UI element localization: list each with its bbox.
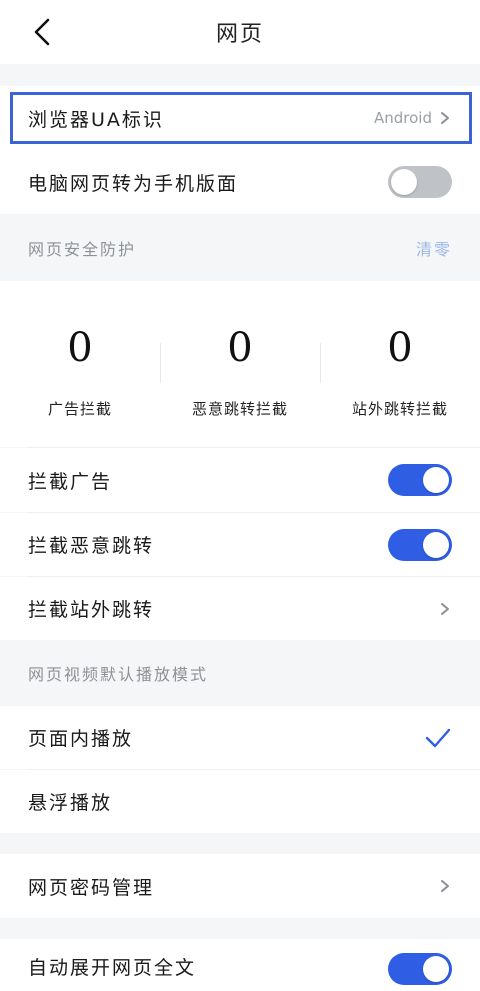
block-offsite-label: 拦截站外跳转 xyxy=(28,599,155,621)
chevron-right-icon xyxy=(441,112,449,124)
pc-to-mobile-label: 电脑网页转为手机版面 xyxy=(28,172,239,195)
ua-value: Android xyxy=(374,109,432,127)
auto-expand-label: 自动展开网页全文 xyxy=(28,957,197,979)
auto-expand-toggle[interactable] xyxy=(388,953,452,985)
block-malicious-toggle[interactable] xyxy=(388,528,452,561)
chevron-right-icon xyxy=(441,602,449,615)
clear-button[interactable]: 清零 xyxy=(416,236,452,260)
stat-ad-block: 0 广告拦截 xyxy=(0,281,160,447)
ua-setting-row[interactable]: 浏览器UA标识 Android xyxy=(0,86,480,150)
inline-play-label: 页面内播放 xyxy=(28,728,134,750)
page-title: 网页 xyxy=(215,22,264,47)
block-ads-toggle[interactable] xyxy=(388,464,452,496)
back-button[interactable] xyxy=(24,14,60,50)
top-bar: 网页 xyxy=(0,0,480,64)
password-management-row[interactable]: 网页密码管理 xyxy=(0,854,480,918)
pc-to-mobile-row: 电脑网页转为手机版面 xyxy=(0,150,480,214)
password-management-label: 网页密码管理 xyxy=(28,876,155,899)
toggle-knob xyxy=(423,467,449,493)
toggle-knob xyxy=(423,531,449,558)
block-malicious-label: 拦截恶意跳转 xyxy=(28,535,155,557)
block-offsite-row[interactable]: 拦截站外跳转 xyxy=(0,577,480,640)
pc-to-mobile-toggle[interactable] xyxy=(388,166,452,198)
float-play-label: 悬浮播放 xyxy=(28,792,113,814)
divider xyxy=(28,447,480,448)
block-malicious-row: 拦截恶意跳转 xyxy=(0,513,480,576)
float-play-option[interactable]: 悬浮播放 xyxy=(0,770,480,833)
stat-malicious-block-label: 恶意跳转拦截 xyxy=(191,400,288,418)
stat-offsite-block-label: 站外跳转拦截 xyxy=(351,400,448,418)
ua-label: 浏览器UA标识 xyxy=(28,108,164,131)
checkmark-icon xyxy=(425,728,451,747)
stat-malicious-block-value: 0 xyxy=(227,325,253,371)
security-section-title: 网页安全防护 xyxy=(28,239,137,259)
block-stats: 0 广告拦截 0 恶意跳转拦截 0 站外跳转拦截 xyxy=(0,281,480,447)
block-ads-row: 拦截广告 xyxy=(0,448,480,512)
security-section-header: 网页安全防护 清零 xyxy=(0,214,480,281)
chevron-right-icon xyxy=(441,880,449,892)
chevron-left-icon xyxy=(34,18,50,46)
auto-expand-row: 自动展开网页全文 xyxy=(0,939,480,991)
stat-ad-block-value: 0 xyxy=(67,325,93,371)
video-section-title: 网页视频默认播放模式 xyxy=(28,665,209,684)
stat-offsite-block: 0 站外跳转拦截 xyxy=(320,281,480,447)
inline-play-option[interactable]: 页面内播放 xyxy=(0,706,480,769)
block-ads-label: 拦截广告 xyxy=(28,470,113,493)
stat-offsite-block-value: 0 xyxy=(387,325,413,371)
stat-malicious-block: 0 恶意跳转拦截 xyxy=(160,281,320,447)
video-section-header: 网页视频默认播放模式 xyxy=(0,640,480,706)
toggle-knob xyxy=(423,956,449,982)
stat-ad-block-label: 广告拦截 xyxy=(47,400,112,418)
toggle-knob xyxy=(391,169,417,195)
